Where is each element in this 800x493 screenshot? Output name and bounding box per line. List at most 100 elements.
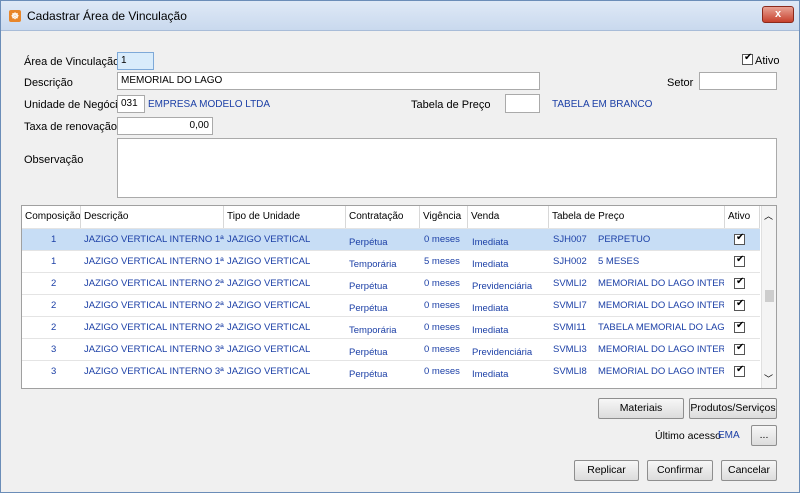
cell-venda: Previdenciária bbox=[472, 347, 533, 358]
cell-contratacao: Perpétua bbox=[349, 369, 388, 380]
col-venda[interactable]: Venda bbox=[468, 206, 549, 228]
cell-descricao: JAZIGO VERTICAL INTERNO 1ª OF bbox=[84, 256, 224, 267]
col-contratacao[interactable]: Contratação bbox=[346, 206, 420, 228]
cell-tipo: JAZIGO VERTICAL bbox=[227, 322, 311, 333]
check-icon: ✔ bbox=[736, 232, 745, 243]
taxa-label: Taxa de renovação bbox=[24, 121, 117, 133]
setor-input[interactable] bbox=[699, 72, 777, 90]
cell-tipo: JAZIGO VERTICAL bbox=[227, 234, 311, 245]
cell-venda: Imediata bbox=[472, 325, 509, 336]
cell-composicao: 3 bbox=[51, 344, 57, 355]
cell-tabela-code: SJH007 bbox=[553, 234, 587, 245]
cell-tipo: JAZIGO VERTICAL bbox=[227, 256, 311, 267]
cell-composicao: 1 bbox=[51, 234, 57, 245]
table-row[interactable]: 2 JAZIGO VERTICAL INTERNO 2ª OF JAZIGO VER… bbox=[22, 294, 760, 316]
cell-vigencia: 0 meses bbox=[424, 300, 460, 311]
descricao-input[interactable]: MEMORIAL DO LAGO bbox=[117, 72, 540, 90]
table-row[interactable]: 3 JAZIGO VERTICAL INTERNO 3ª OF JAZIGO VER… bbox=[22, 338, 760, 360]
cell-tabela-code: SVMLI7 bbox=[553, 300, 587, 311]
ativo-row-checkbox[interactable]: ✔ bbox=[734, 364, 745, 377]
cell-tipo: JAZIGO VERTICAL bbox=[227, 278, 311, 289]
cell-contratacao: Temporária bbox=[349, 325, 397, 336]
table-row[interactable]: 1 JAZIGO VERTICAL INTERNO 1ª OF JAZIGO VER… bbox=[22, 228, 760, 250]
table-row[interactable]: 2 JAZIGO VERTICAL INTERNO 2ª OF JAZIGO VER… bbox=[22, 272, 760, 294]
check-icon: ✔ bbox=[736, 342, 745, 353]
cell-vigencia: 0 meses bbox=[424, 234, 460, 245]
ativo-row-checkbox[interactable]: ✔ bbox=[734, 342, 745, 355]
area-input[interactable]: 1 bbox=[117, 52, 154, 70]
ativo-row-checkbox[interactable]: ✔ bbox=[734, 276, 745, 289]
descricao-label: Descrição bbox=[24, 77, 73, 89]
close-button[interactable]: x bbox=[762, 6, 794, 23]
confirmar-button[interactable]: Confirmar bbox=[647, 460, 713, 481]
title-bar: ☸ Cadastrar Área de Vinculação x bbox=[1, 1, 799, 31]
cell-tabela-code: SVMLI8 bbox=[553, 366, 587, 377]
col-composicao[interactable]: Composição bbox=[22, 206, 81, 228]
observacao-textarea[interactable] bbox=[117, 138, 777, 198]
col-tipo[interactable]: Tipo de Unidade bbox=[224, 206, 346, 228]
table-row[interactable]: 2 JAZIGO VERTICAL INTERNO 2ª OF JAZIGO VER… bbox=[22, 316, 760, 338]
cell-descricao: JAZIGO VERTICAL INTERNO 2ª OF bbox=[84, 300, 224, 311]
ativo-row-checkbox[interactable]: ✔ bbox=[734, 298, 745, 311]
chevron-up-icon[interactable]: ︿ bbox=[764, 209, 773, 222]
cancelar-button[interactable]: Cancelar bbox=[721, 460, 777, 481]
table-row[interactable]: 1 JAZIGO VERTICAL INTERNO 1ª OF JAZIGO VER… bbox=[22, 250, 760, 272]
taxa-input[interactable]: 0,00 bbox=[117, 117, 213, 135]
window-title: Cadastrar Área de Vinculação bbox=[27, 9, 187, 23]
cell-composicao: 2 bbox=[51, 322, 57, 333]
area-label: Área de Vinculação bbox=[24, 56, 120, 68]
cell-descricao: JAZIGO VERTICAL INTERNO 2ª OF bbox=[84, 278, 224, 289]
cell-venda: Imediata bbox=[472, 303, 509, 314]
tabela-code-input[interactable] bbox=[505, 94, 540, 113]
unidade-code-input[interactable]: 031 bbox=[117, 95, 145, 113]
dialog-body: Área de Vinculação 1 ✔ Ativo Descrição M… bbox=[8, 32, 792, 487]
scrollbar-thumb[interactable] bbox=[765, 290, 774, 302]
cell-composicao: 1 bbox=[51, 256, 57, 267]
cell-tabela-code: SJH002 bbox=[553, 256, 587, 267]
ultimo-acesso-more-button[interactable]: ... bbox=[751, 425, 777, 446]
cell-tabela-code: SVMLI2 bbox=[553, 278, 587, 289]
ultimo-acesso-value: EMA bbox=[718, 430, 740, 441]
cell-tabela-nome: TABELA MEMORIAL DO LAGO II bbox=[598, 322, 724, 333]
cell-vigencia: 5 meses bbox=[424, 256, 460, 267]
ativo-row-checkbox[interactable]: ✔ bbox=[734, 254, 745, 267]
cell-venda: Imediata bbox=[472, 237, 509, 248]
cell-contratacao: Perpétua bbox=[349, 303, 388, 314]
cell-tabela-code: SVMLI3 bbox=[553, 344, 587, 355]
cell-tipo: JAZIGO VERTICAL bbox=[227, 300, 311, 311]
cell-vigencia: 0 meses bbox=[424, 366, 460, 377]
chevron-down-icon[interactable]: ﹀ bbox=[764, 372, 773, 385]
materiais-button[interactable]: Materiais bbox=[598, 398, 684, 419]
check-icon: ✔ bbox=[736, 276, 745, 287]
col-tabela[interactable]: Tabela de Preço bbox=[549, 206, 725, 228]
check-icon: ✔ bbox=[736, 320, 745, 331]
produtos-servicos-button[interactable]: Produtos/Serviços bbox=[689, 398, 777, 419]
dialog-window: ☸ Cadastrar Área de Vinculação x Área de… bbox=[0, 0, 800, 493]
cell-tabela-nome: MEMORIAL DO LAGO INTERNO bbox=[598, 300, 724, 311]
tabela-name: TABELA EM BRANCO bbox=[552, 99, 653, 110]
ativo-label: Ativo bbox=[755, 55, 780, 67]
replicar-button[interactable]: Replicar bbox=[574, 460, 639, 481]
cell-descricao: JAZIGO VERTICAL INTERNO 1ª OF bbox=[84, 234, 224, 245]
cell-contratacao: Perpétua bbox=[349, 281, 388, 292]
col-ativo[interactable]: Ativo bbox=[725, 206, 760, 228]
cell-descricao: JAZIGO VERTICAL INTERNO 3ª OF bbox=[84, 344, 224, 355]
cell-descricao: JAZIGO VERTICAL INTERNO 3ª OF bbox=[84, 366, 224, 377]
check-icon: ✔ bbox=[736, 364, 745, 375]
col-vigencia[interactable]: Vigência bbox=[420, 206, 468, 228]
cell-vigencia: 0 meses bbox=[424, 278, 460, 289]
ativo-checkbox[interactable]: ✔ bbox=[742, 52, 753, 65]
cell-tabela-nome: PERPETUO bbox=[598, 234, 651, 245]
ativo-row-checkbox[interactable]: ✔ bbox=[734, 320, 745, 333]
table-row[interactable]: 3 JAZIGO VERTICAL INTERNO 3ª OF JAZIGO VER… bbox=[22, 360, 760, 382]
check-icon: ✔ bbox=[744, 52, 753, 63]
check-icon: ✔ bbox=[736, 298, 745, 309]
ultimo-acesso-label: Último acesso bbox=[655, 430, 721, 442]
col-descricao[interactable]: Descrição bbox=[81, 206, 224, 228]
cell-composicao: 3 bbox=[51, 366, 57, 377]
cell-composicao: 2 bbox=[51, 300, 57, 311]
ativo-row-checkbox[interactable]: ✔ bbox=[734, 232, 745, 245]
check-icon: ✔ bbox=[736, 254, 745, 265]
grid-scrollbar[interactable]: ︿ ﹀ bbox=[761, 206, 776, 388]
cell-tabela-nome: MEMORIAL DO LAGO INTERNO bbox=[598, 366, 724, 377]
